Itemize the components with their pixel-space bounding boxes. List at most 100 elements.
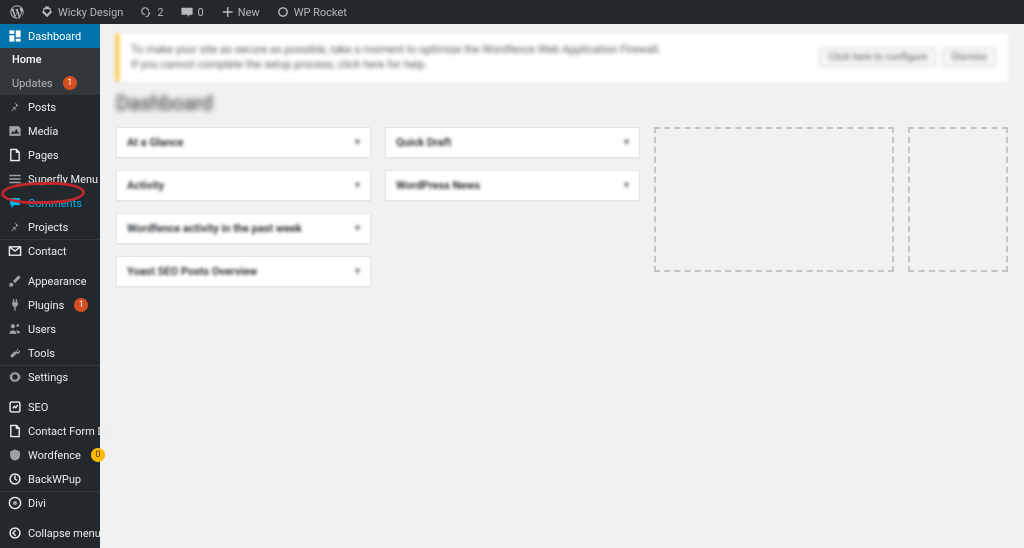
sidebar-item-dashboard[interactable]: Dashboard xyxy=(0,24,100,48)
sidebar-item-superfly[interactable]: Superfly Menu xyxy=(0,167,100,191)
sidebar-item-label: Divi xyxy=(28,497,46,510)
gear-icon xyxy=(8,370,22,384)
sidebar-item-cfdb[interactable]: Contact Form DB xyxy=(0,419,100,443)
brush-icon xyxy=(8,274,22,288)
sidebar-item-label: Tools xyxy=(28,347,55,360)
empty-dropzone[interactable] xyxy=(908,127,1008,272)
chevron-down-icon[interactable]: ▾ xyxy=(355,180,360,191)
sidebar-item-seo[interactable]: SEO xyxy=(0,395,100,419)
postbox-header[interactable]: WordPress News ▾ xyxy=(386,171,639,200)
sidebar-item-label: Users xyxy=(28,323,56,336)
backup-icon xyxy=(8,472,22,486)
postbox-header[interactable]: Activity ▾ xyxy=(117,171,370,200)
postbox: Yoast SEO Posts Overview ▾ xyxy=(116,256,371,287)
updates-count: 2 xyxy=(157,6,163,19)
sidebar-item-label: Wordfence xyxy=(28,449,81,462)
site-link[interactable]: Wicky Design xyxy=(34,0,129,24)
postbox-header[interactable]: Quick Draft▾ xyxy=(386,128,639,157)
page-title: Dashboard xyxy=(116,91,1008,115)
dashboard-column-2: Quick Draft▾ WordPress News ▾ xyxy=(385,127,640,287)
chevron-down-icon[interactable]: ▾ xyxy=(355,266,360,277)
sidebar-item-label: Contact xyxy=(28,245,66,258)
plug-icon xyxy=(8,298,22,312)
site-name: Wicky Design xyxy=(58,6,123,19)
sidebar-item-appearance[interactable]: Appearance xyxy=(0,269,100,293)
sidebar-item-label: Pages xyxy=(28,149,59,162)
dashboard-icon xyxy=(8,29,22,43)
page-icon xyxy=(8,424,22,438)
sidebar-item-settings[interactable]: Settings xyxy=(0,365,100,389)
sidebar-item-pages[interactable]: Pages xyxy=(0,143,100,167)
postbox-header[interactable]: Yoast SEO Posts Overview ▾ xyxy=(117,257,370,286)
sidebar-item-label: Superfly Menu xyxy=(28,173,98,186)
postbox-header[interactable]: Wordfence activity in the past week ▾ xyxy=(117,214,370,243)
mail-icon xyxy=(8,244,22,258)
menu-icon xyxy=(8,172,22,186)
sidebar-item-label: Settings xyxy=(28,371,68,384)
admin-bar: Wicky Design 2 0 New WP Rocket xyxy=(0,0,1024,24)
dashboard-placeholder-area xyxy=(654,127,1008,287)
sidebar-item-updates[interactable]: Updates1 xyxy=(0,71,100,95)
sidebar-item-contact[interactable]: Contact xyxy=(0,239,100,263)
postbox: At a Glance ▾ xyxy=(116,127,371,158)
wordfence-notice: To make your site as secure as possible,… xyxy=(116,34,1008,81)
media-icon xyxy=(8,124,22,138)
postbox-title: WordPress News xyxy=(396,179,480,192)
sidebar-item-home[interactable]: Home xyxy=(0,48,100,71)
sidebar-item-projects[interactable]: Projects xyxy=(0,215,100,239)
sidebar-item-backwpup[interactable]: BackWPup xyxy=(0,467,100,491)
comments-count: 0 xyxy=(198,6,204,19)
admin-sidebar: Dashboard Home Updates1Posts Media Pages Supe… xyxy=(0,24,100,548)
sidebar-item-posts[interactable]: Posts xyxy=(0,95,100,119)
postbox: Wordfence activity in the past week ▾ xyxy=(116,213,371,244)
sidebar-item-label: Comments xyxy=(28,197,82,210)
sidebar-item-label: Plugins xyxy=(28,299,64,312)
sidebar-item-label: Collapse menu xyxy=(28,527,101,540)
updates-link[interactable]: 2 xyxy=(133,0,169,24)
sidebar-item-comments[interactable]: Comments xyxy=(0,191,100,215)
sidebar-item-collapse[interactable]: Collapse menu xyxy=(0,521,100,545)
postbox-title: Wordfence activity in the past week xyxy=(127,222,302,235)
postbox: WordPress News ▾ xyxy=(385,170,640,201)
sidebar-item-media[interactable]: Media xyxy=(0,119,100,143)
main-content: To make your site as secure as possible,… xyxy=(100,24,1024,548)
pin-icon xyxy=(8,220,22,234)
sidebar-item-label: Projects xyxy=(28,221,68,234)
wrench-icon xyxy=(8,346,22,360)
dismiss-button[interactable]: Dismiss xyxy=(942,48,996,67)
sidebar-item-users[interactable]: Users xyxy=(0,317,100,341)
sidebar-item-label: SEO xyxy=(28,401,48,414)
chevron-down-icon[interactable]: ▾ xyxy=(624,180,629,191)
divi-icon xyxy=(8,496,22,510)
sidebar-item-label: Home xyxy=(12,53,42,66)
comments-link[interactable]: 0 xyxy=(174,0,210,24)
chevron-down-icon[interactable]: ▾ xyxy=(624,137,629,148)
seo-icon xyxy=(8,400,22,414)
update-badge: 1 xyxy=(74,298,88,312)
postbox-title: Activity xyxy=(127,179,164,192)
postbox-header[interactable]: At a Glance ▾ xyxy=(117,128,370,157)
sidebar-item-wordfence[interactable]: Wordfence0 xyxy=(0,443,100,467)
shield-icon xyxy=(8,448,22,462)
postbox-title: At a Glance xyxy=(127,136,183,149)
postbox-title: Yoast SEO Posts Overview xyxy=(127,265,257,278)
comment-icon xyxy=(8,196,22,210)
sidebar-item-label: Media xyxy=(28,125,58,138)
sidebar-item-label: BackWPup xyxy=(28,473,81,486)
sidebar-item-divi[interactable]: Divi xyxy=(0,491,100,515)
sidebar-item-label: Dashboard xyxy=(28,30,81,43)
new-content[interactable]: New xyxy=(214,0,266,24)
chevron-down-icon[interactable]: ▾ xyxy=(355,137,360,148)
postbox: Quick Draft▾ xyxy=(385,127,640,158)
configure-button[interactable]: Click here to configure xyxy=(819,48,936,67)
chevron-down-icon[interactable]: ▾ xyxy=(355,223,360,234)
new-label: New xyxy=(238,6,260,19)
postbox: Activity ▾ xyxy=(116,170,371,201)
extra-item-0[interactable]: WP Rocket xyxy=(270,0,353,24)
notice-text: To make your site as secure as possible,… xyxy=(131,42,661,73)
pin-icon xyxy=(8,100,22,114)
sidebar-item-tools[interactable]: Tools xyxy=(0,341,100,365)
wp-logo[interactable] xyxy=(4,0,30,24)
empty-dropzone[interactable] xyxy=(654,127,894,272)
sidebar-item-plugins[interactable]: Plugins 1 xyxy=(0,293,100,317)
